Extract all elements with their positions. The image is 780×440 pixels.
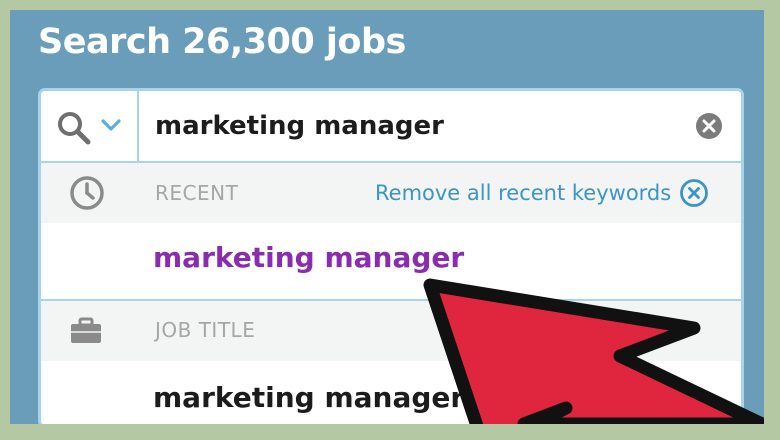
remove-all-recent-link[interactable]: Remove all recent keywords: [375, 177, 709, 209]
recent-keyword-item[interactable]: marketing manager: [41, 223, 741, 297]
job-title-section-header: JOB TITLE: [41, 299, 741, 361]
chevron-down-icon: [101, 119, 121, 131]
page-title: Search 26,300 jobs: [38, 22, 406, 62]
clear-icon[interactable]: [695, 112, 723, 140]
remove-all-recent-text: Remove all recent keywords: [375, 181, 672, 205]
job-title-suggestion-item[interactable]: marketing manager: [41, 361, 741, 424]
recent-keyword-text: marketing manager: [153, 241, 465, 274]
search-input[interactable]: [149, 105, 691, 147]
search-icon: [58, 112, 91, 145]
clock-icon: [70, 176, 104, 210]
close-circle-icon[interactable]: [679, 178, 709, 208]
job-title-label: JOB TITLE: [155, 318, 256, 342]
search-type-dropdown[interactable]: [41, 91, 139, 161]
briefcase-icon: [71, 317, 101, 343]
search-panel: Search 26,300 jobs marketing manager REC…: [10, 10, 764, 424]
recent-label: RECENT: [155, 181, 239, 205]
search-box: RECENT Remove all recent keywords market…: [38, 88, 744, 424]
search-row: [41, 91, 741, 163]
image-frame: Search 26,300 jobs marketing manager REC…: [0, 0, 780, 440]
job-title-suggestion-text: marketing manager: [153, 381, 465, 414]
recent-section-header: RECENT Remove all recent keywords: [41, 163, 741, 223]
